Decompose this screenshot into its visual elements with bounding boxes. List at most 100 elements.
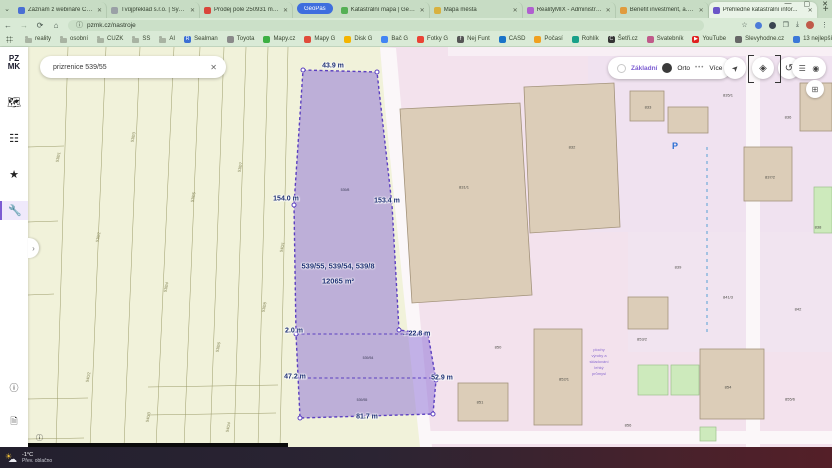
tab-title: Záznam z webináře CeMu... bbox=[28, 7, 94, 13]
forward-button[interactable]: → bbox=[16, 21, 32, 30]
bookmark-label: Nej Funt bbox=[467, 36, 490, 42]
sidebar-bottom-icon[interactable]: ⓘ bbox=[9, 378, 18, 397]
panel-toggle-button[interactable]: ⊞ bbox=[806, 80, 824, 98]
tab-close-icon[interactable]: ✕ bbox=[97, 7, 102, 14]
bookmark-item[interactable]: Disk G bbox=[344, 36, 372, 43]
tab-close-icon[interactable]: ✕ bbox=[283, 7, 288, 14]
profile-avatar[interactable] bbox=[806, 21, 814, 29]
measurement-label: 2.0 m bbox=[285, 328, 303, 335]
bookmark-item[interactable]: SS bbox=[132, 36, 150, 43]
url-bar[interactable]: ⓘ pzmk.cz/nastroje bbox=[68, 20, 704, 31]
windows-taskbar: ☀☁ -1°C Přev. oblačno bbox=[0, 447, 832, 468]
bookmark-item[interactable]: Počasí bbox=[534, 36, 562, 43]
tab-close-icon[interactable]: ✕ bbox=[420, 7, 425, 14]
search-input-value[interactable]: prizrenice 539/55 bbox=[53, 64, 210, 71]
window-maximize-button[interactable]: ▢ bbox=[804, 0, 811, 8]
basemap-ortho-button[interactable]: Orto bbox=[677, 65, 690, 72]
browser-tab[interactable]: GeoPas ✕ bbox=[297, 3, 333, 14]
tab-close-icon[interactable]: ✕ bbox=[513, 7, 518, 14]
sidebar-tool-icon[interactable]: 🗺 bbox=[0, 93, 28, 112]
bookmark-item[interactable]: R Sealman bbox=[184, 36, 218, 43]
bookmark-item[interactable]: Mapy G bbox=[304, 36, 335, 43]
parcel-number-label: 841/3 bbox=[723, 295, 733, 300]
browser-tab[interactable]: Tvůjpřeklad s.r.o. | Systém... ✕ bbox=[107, 2, 200, 18]
bookmark-item[interactable]: f Nej Funt bbox=[457, 36, 490, 43]
browser-tab[interactable]: RealityMIX - Administrač... ✕ bbox=[523, 2, 616, 18]
bookmark-item[interactable]: CASD bbox=[499, 36, 526, 43]
bookmark-item[interactable] bbox=[6, 36, 16, 43]
account-icon[interactable]: ◉ bbox=[812, 64, 819, 73]
measurement-label: 43.9 m bbox=[322, 63, 344, 70]
clear-search-icon[interactable]: ✕ bbox=[210, 63, 217, 72]
tab-title: Benefit investment, a.s. (... bbox=[630, 7, 696, 13]
parcel-number-label: 832 bbox=[569, 145, 576, 150]
reload-button[interactable]: ⟳ bbox=[32, 21, 48, 30]
browser-tab[interactable]: Mapa města ✕ bbox=[430, 2, 523, 18]
tab-close-icon[interactable]: ✕ bbox=[699, 7, 704, 14]
bookmark-item[interactable]: AI bbox=[159, 36, 175, 43]
download-icon[interactable]: ⤓ bbox=[796, 21, 799, 29]
basemap-more-button[interactable]: Více bbox=[709, 65, 722, 72]
sidebar-bottom-icons: ⓘ🗎 bbox=[9, 378, 18, 433]
window-close-button[interactable]: ✕ bbox=[822, 0, 828, 8]
site-info-icon[interactable]: ⓘ bbox=[76, 20, 83, 30]
app-logo[interactable]: PZ MK bbox=[8, 55, 20, 71]
weather-icon: ☀☁ bbox=[5, 452, 18, 464]
browser-tab[interactable]: Prodej pole 250931 m²; M... ✕ bbox=[200, 2, 293, 18]
bookmark-item[interactable]: Slevyhodne.cz bbox=[735, 36, 784, 43]
sidebar-icons: 🗺 ☷ ★ 🔧 bbox=[0, 93, 28, 220]
tab-search-icon[interactable]: ⌄ bbox=[0, 5, 14, 13]
home-button[interactable]: ⌂ bbox=[48, 21, 64, 30]
screen: ⌄ Záznam z webináře CeMu... ✕ Tvůjpřekla… bbox=[0, 0, 832, 468]
map-info-icon[interactable]: ⓘ bbox=[36, 433, 43, 443]
basic-basemap-thumb-icon[interactable] bbox=[617, 64, 626, 73]
tab-favicon-icon bbox=[713, 7, 720, 14]
compass-button[interactable]: ➤ bbox=[724, 57, 746, 79]
parcel-number-label: 835/1 bbox=[723, 93, 733, 98]
bookmark-favicon-icon bbox=[381, 36, 388, 43]
map-canvas[interactable]: 43.9 m154.0 m153.4 m2.0 m←22.8 m47.2 m52… bbox=[28, 47, 832, 447]
extension-icon[interactable] bbox=[769, 22, 776, 29]
layers-button[interactable]: ◈ bbox=[752, 57, 774, 79]
weather-widget[interactable]: ☀☁ -1°C Přev. oblačno bbox=[5, 452, 52, 464]
browser-tab[interactable]: Katastrální mapa | GeoPa... ✕ bbox=[337, 2, 430, 18]
bookmark-item[interactable]: Mapy.cz bbox=[263, 36, 295, 43]
tab-manager-icon[interactable]: ❐ bbox=[783, 21, 789, 29]
layers-selection-bracket-left bbox=[748, 55, 754, 83]
bookmark-item[interactable]: ▶ YouTube bbox=[692, 36, 726, 43]
bookmark-item[interactable]: Toyota bbox=[227, 36, 255, 43]
map-search-box[interactable]: prizrenice 539/55 ✕ bbox=[40, 56, 226, 78]
sidebar-tool-icon[interactable]: ☷ bbox=[0, 129, 28, 148]
menu-icon[interactable]: ☰ bbox=[799, 64, 806, 73]
bookmark-item[interactable]: Bač G bbox=[381, 36, 408, 43]
bookmark-item[interactable]: Rohlík bbox=[572, 36, 599, 43]
bookmark-item[interactable]: Fotky G bbox=[417, 36, 448, 43]
parcel-number-label: 851 bbox=[477, 400, 484, 405]
bookmark-item[interactable]: Svatebník bbox=[647, 36, 684, 43]
bookmark-item[interactable]: C Šetři.cz bbox=[608, 36, 638, 43]
browser-menu-icon[interactable]: ⋮ bbox=[821, 21, 828, 29]
zoning-note-line: průmysl bbox=[573, 371, 625, 377]
bookmark-item[interactable]: osobní bbox=[60, 36, 88, 43]
zoning-note: plochyvýroby askladovánílehkýprůmysl bbox=[573, 347, 625, 377]
bookmark-star-icon[interactable]: ☆ bbox=[741, 21, 747, 29]
extension-icon[interactable] bbox=[755, 22, 762, 29]
road bbox=[424, 431, 832, 444]
tab-close-icon[interactable]: ✕ bbox=[606, 7, 611, 14]
ortho-basemap-thumb-icon[interactable] bbox=[662, 63, 672, 73]
tab-close-icon[interactable]: ✕ bbox=[190, 7, 195, 14]
bookmark-favicon-icon bbox=[97, 38, 104, 43]
sidebar-tool-icon[interactable]: 🔧 bbox=[0, 201, 28, 220]
sidebar-tool-icon[interactable]: ★ bbox=[0, 165, 28, 184]
bookmark-favicon-icon bbox=[499, 36, 506, 43]
window-minimize-button[interactable]: — bbox=[785, 0, 792, 8]
back-button[interactable]: ← bbox=[0, 21, 16, 30]
browser-tab[interactable]: Benefit investment, a.s. (... ✕ bbox=[616, 2, 709, 18]
basemap-basic-button[interactable]: Základní bbox=[631, 65, 657, 72]
browser-tab[interactable]: Záznam z webináře CeMu... ✕ bbox=[14, 2, 107, 18]
bookmark-item[interactable]: CUZK bbox=[97, 36, 123, 43]
bookmark-favicon-icon: ▶ bbox=[692, 36, 699, 43]
bookmark-item[interactable]: reality bbox=[25, 36, 51, 43]
bookmark-item[interactable]: 13 nejlepších zdroj... bbox=[793, 36, 832, 43]
sidebar-bottom-icon[interactable]: 🗎 bbox=[9, 411, 18, 433]
